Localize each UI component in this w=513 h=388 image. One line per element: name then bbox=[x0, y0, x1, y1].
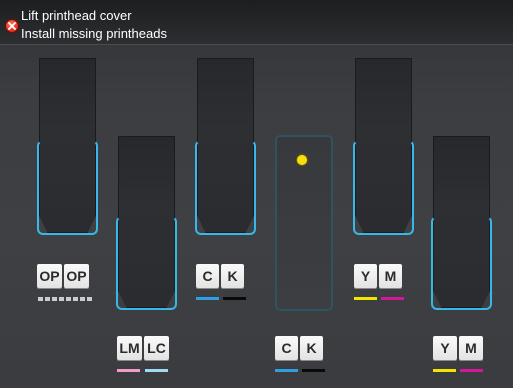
printhead-label-c-k-1[interactable]: C K bbox=[196, 264, 244, 288]
color-key-right: M bbox=[459, 336, 483, 360]
printhead-label-y-m-2[interactable]: Y M bbox=[433, 336, 483, 360]
black-bar bbox=[223, 297, 246, 300]
light-magenta-bar bbox=[117, 369, 140, 372]
printhead-outline bbox=[37, 140, 98, 235]
error-icon bbox=[5, 19, 19, 33]
color-key-left: C bbox=[275, 336, 298, 360]
printhead-outline bbox=[353, 140, 414, 235]
magenta-bar bbox=[381, 297, 404, 300]
black-bar bbox=[302, 369, 325, 372]
color-key-right: K bbox=[300, 336, 323, 360]
color-key-right: OP bbox=[64, 264, 89, 288]
color-key-left: Y bbox=[354, 264, 377, 288]
printhead-outline bbox=[431, 216, 492, 310]
printhead-label-c-k-2[interactable]: C K bbox=[275, 336, 323, 360]
status-message-title: Lift printhead cover bbox=[21, 8, 132, 23]
yellow-bar bbox=[433, 369, 456, 372]
printhead-label-lm-lc[interactable]: LM LC bbox=[117, 336, 169, 360]
printhead-label-op[interactable]: OP OP bbox=[37, 264, 89, 288]
optimizer-indicator bbox=[66, 297, 92, 301]
printhead-outline bbox=[116, 216, 177, 310]
optimizer-indicator bbox=[38, 297, 64, 301]
color-key-right: M bbox=[379, 264, 402, 288]
missing-printhead-indicator bbox=[297, 155, 307, 165]
status-message-detail: Install missing printheads bbox=[21, 26, 167, 41]
color-key-right: LC bbox=[144, 336, 169, 360]
magenta-bar bbox=[460, 369, 483, 372]
color-key-right: K bbox=[221, 264, 244, 288]
color-key-left: LM bbox=[117, 336, 142, 360]
yellow-bar bbox=[354, 297, 377, 300]
status-header: Lift printhead cover Install missing pri… bbox=[0, 0, 513, 45]
printhead-outline bbox=[195, 140, 256, 235]
color-key-left: Y bbox=[433, 336, 457, 360]
color-key-left: C bbox=[196, 264, 219, 288]
color-key-left: OP bbox=[37, 264, 62, 288]
cyan-bar bbox=[275, 369, 298, 372]
printhead-label-y-m-1[interactable]: Y M bbox=[354, 264, 402, 288]
cyan-bar bbox=[196, 297, 219, 300]
light-cyan-bar bbox=[145, 369, 168, 372]
